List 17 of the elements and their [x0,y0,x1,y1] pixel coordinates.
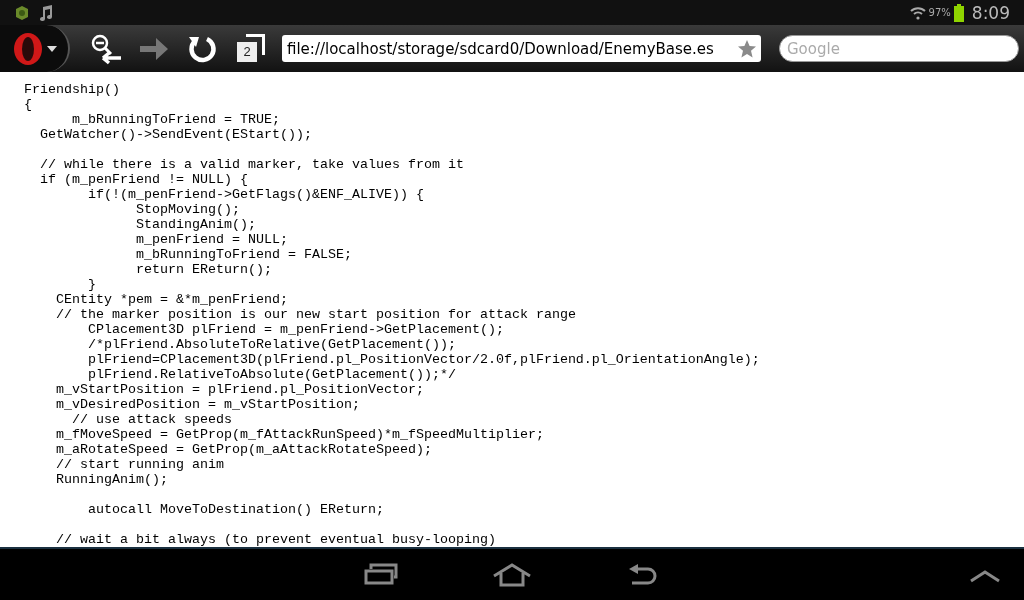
recent-apps-icon[interactable] [364,563,398,585]
battery-icon [953,3,964,22]
app-icon [14,4,30,21]
bookmark-star-icon[interactable] [737,38,757,59]
o-logo-icon [11,31,44,66]
browser-menu-button[interactable] [0,25,70,72]
address-field[interactable]: file://localhost/storage/sdcard0/Download/EnemyBase.es [282,35,761,62]
wifi-icon [909,5,926,20]
chevron-up-icon[interactable] [970,569,1000,583]
search-field[interactable]: Google [779,35,1019,62]
source-code-text: Friendship() { m_bRunningToFriend = TRUE; GetWatcher()->SendEvent(EStart()); // while there is a valid marker, take values from it if (m_penFriend != NULL) { if(!(m_penFriend->GetFlags()&ENF_ALIVE)) { StopMoving(); StandingAnim(); m_penFriend = NULL; m_bRunningToFriend = FALSE; return EReturn(); } CEntity *pem = &*m_penFriend; // the marker position is our new start position for attack range CPlacement3D plFriend = m_penFriend->GetPlacement(); /*plFriend.AbsoluteToRelative(GetPlacement()); plFriend=CPlacement3D(plFriend.pl_PositionVector/2.0f,plFriend.pl_OrientationAngle); plFriend.RelativeToAbsolute(GetPlacement());*/ m_vStartPosition = plFriend.pl_PositionVector; m_vDesiredPosition = m_vStartPosition; // use attack speeds m_fMoveSpeed = GetProp(m_fAttackRunSpeed)*m_fSpeedMultiplier; m_aRotateSpeed = GetProp(m_aAttackRotateSpeed); // start running anim RunningAnim(); autocall MoveToDestination() EReturn; // wait a bit always (to prevent eventual busy-looping) [23,81,761,547]
caret-icon [46,45,57,52]
clock: 8:09 [971,2,1010,23]
home-icon[interactable] [492,563,532,587]
music-note-icon [38,3,54,22]
tabs-button[interactable]: 2 [226,28,274,69]
battery-percent: 97% [928,7,951,18]
